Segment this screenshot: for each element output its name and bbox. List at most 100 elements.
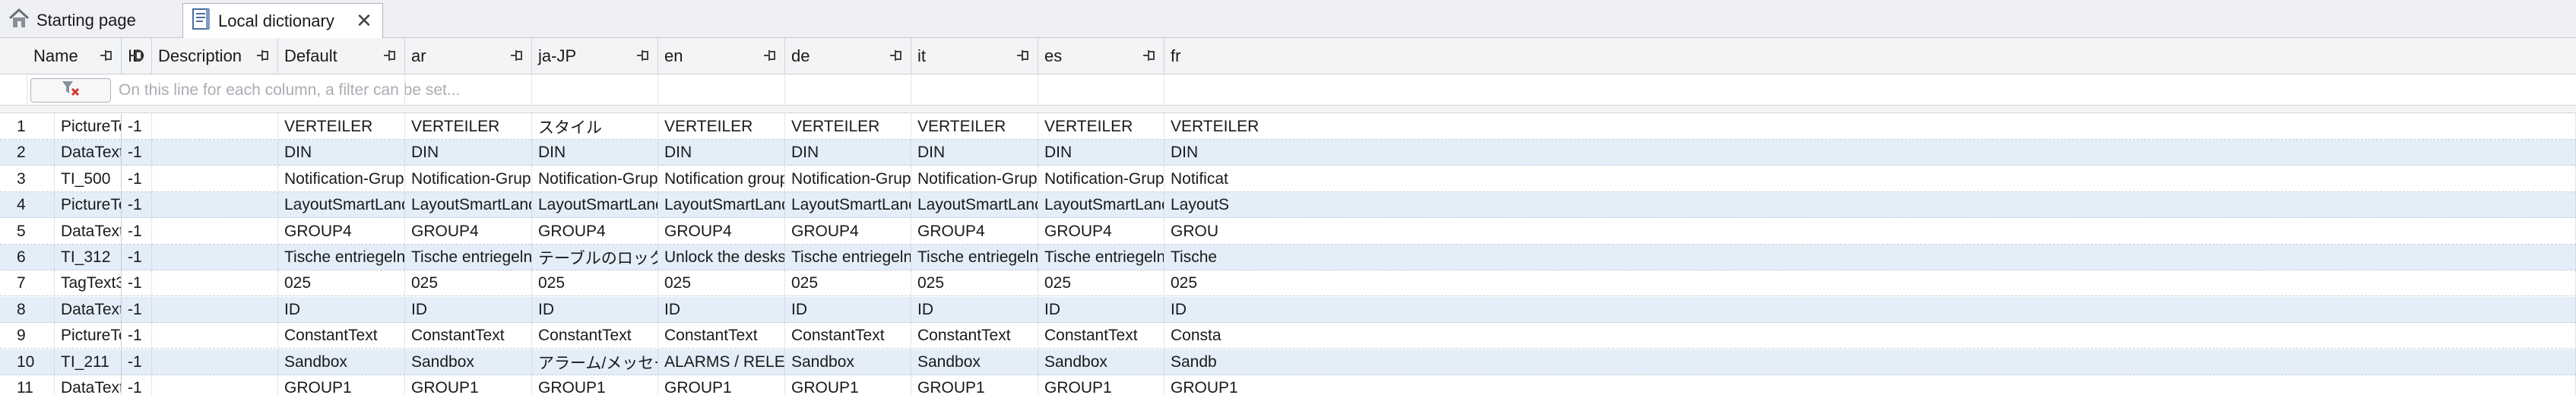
filter-cell-es[interactable] — [1038, 75, 1164, 106]
cell-ja-jp[interactable]: GROUP1 — [532, 375, 658, 395]
cell-fr[interactable]: Consta — [1164, 323, 2576, 349]
cell-fr[interactable]: 025 — [1164, 270, 2576, 297]
cell-es[interactable]: GROUP1 — [1038, 375, 1164, 395]
clear-filter-button[interactable] — [30, 78, 111, 103]
cell-description[interactable] — [152, 218, 278, 245]
table-row[interactable]: 9PictureText702-1ConstantTextConstantTex… — [0, 323, 2576, 349]
cell-name[interactable]: TI_312 — [55, 245, 122, 270]
column-header-it[interactable]: it — [911, 38, 1038, 74]
cell-fr[interactable]: Sandb — [1164, 349, 2576, 375]
cell-ja-jp[interactable]: ConstantText — [532, 323, 658, 349]
pin-icon[interactable] — [128, 47, 145, 64]
column-header-id[interactable]: ID — [122, 38, 152, 74]
cell-ar[interactable]: LayoutSmartLand — [405, 192, 532, 219]
column-header-default[interactable]: Default — [278, 38, 405, 74]
cell-ja-jp[interactable]: スタイル — [532, 114, 658, 140]
cell-ar[interactable]: ID — [405, 296, 532, 323]
close-icon[interactable]: ✕ — [353, 9, 375, 32]
cell-fr[interactable]: GROUP1 — [1164, 375, 2576, 395]
cell-default[interactable]: GROUP4 — [278, 218, 405, 245]
cell-de[interactable]: VERTEILER — [785, 114, 911, 140]
cell-it[interactable]: GROUP1 — [911, 375, 1038, 395]
cell-ar[interactable]: VERTEILER — [405, 114, 532, 140]
cell-description[interactable] — [152, 192, 278, 219]
column-header-fr[interactable]: fr — [1164, 38, 2576, 74]
cell-it[interactable]: Sandbox — [911, 349, 1038, 375]
cell-id[interactable]: -1 — [122, 375, 152, 395]
cell-fr[interactable]: Tische — [1164, 245, 2576, 270]
cell-description[interactable] — [152, 296, 278, 323]
cell-de[interactable]: GROUP1 — [785, 375, 911, 395]
cell-ar[interactable]: GROUP1 — [405, 375, 532, 395]
filter-cell-ar[interactable] — [405, 75, 532, 106]
cell-name[interactable]: PictureText1115 — [55, 114, 122, 140]
cell-en[interactable]: Unlock the desks — [658, 245, 785, 270]
cell-ja-jp[interactable]: DIN — [532, 140, 658, 166]
filter-cell-it[interactable] — [911, 75, 1038, 106]
pin-icon[interactable] — [98, 47, 115, 64]
cell-de[interactable]: Notification-Gruppe {0} hinzugefü... — [785, 166, 911, 192]
cell-es[interactable]: ID — [1038, 296, 1164, 323]
cell-es[interactable]: Notification-Gruppe {0} hinzugefü... — [1038, 166, 1164, 192]
column-header-ar[interactable]: ar — [405, 38, 532, 74]
filter-cell-de[interactable] — [785, 75, 911, 106]
filter-cell-default[interactable] — [278, 75, 405, 106]
cell-fr[interactable]: ID — [1164, 296, 2576, 323]
cell-ja-jp[interactable]: テーブルのロックを解除 — [532, 245, 658, 270]
cell-de[interactable]: LayoutSmartLand — [785, 192, 911, 219]
cell-de[interactable]: GROUP4 — [785, 218, 911, 245]
cell-it[interactable]: ID — [911, 296, 1038, 323]
cell-de[interactable]: ConstantText — [785, 323, 911, 349]
table-row[interactable]: 11DataText8-1GROUP1GROUP1GROUP1GROUP1GRO… — [0, 375, 2576, 395]
cell-en[interactable]: ID — [658, 296, 785, 323]
cell-ja-jp[interactable]: GROUP4 — [532, 218, 658, 245]
cell-name[interactable]: PictureText702 — [55, 323, 122, 349]
table-row[interactable]: 2DataText309-1DINDINDINDINDINDINDINDIN — [0, 140, 2576, 166]
cell-es[interactable]: Sandbox — [1038, 349, 1164, 375]
pin-icon[interactable] — [635, 47, 651, 64]
cell-ar[interactable]: Tische entriegeln — [405, 245, 532, 270]
table-row[interactable]: 1PictureText1115-1VERTEILERVERTEILERスタイル… — [0, 114, 2576, 140]
cell-it[interactable]: Notification-Gruppe {0} hinzugefü... — [911, 166, 1038, 192]
cell-de[interactable]: DIN — [785, 140, 911, 166]
cell-ar[interactable]: DIN — [405, 140, 532, 166]
cell-es[interactable]: Tische entriegeln — [1038, 245, 1164, 270]
cell-fr[interactable]: Notificat — [1164, 166, 2576, 192]
tab-local-dictionary[interactable]: Local dictionary ✕ — [182, 3, 383, 39]
cell-id[interactable]: -1 — [122, 192, 152, 219]
pin-icon[interactable] — [255, 47, 271, 64]
cell-it[interactable]: LayoutSmartLand — [911, 192, 1038, 219]
cell-it[interactable]: ConstantText — [911, 323, 1038, 349]
cell-en[interactable]: LayoutSmartLand — [658, 192, 785, 219]
cell-en[interactable]: GROUP1 — [658, 375, 785, 395]
cell-id[interactable]: -1 — [122, 323, 152, 349]
cell-it[interactable]: Tische entriegeln — [911, 245, 1038, 270]
cell-es[interactable]: ConstantText — [1038, 323, 1164, 349]
column-header-en[interactable]: en — [658, 38, 785, 74]
cell-default[interactable]: LayoutSmartLand — [278, 192, 405, 219]
table-row[interactable]: 10TI_211-1SandboxSandboxアラーム/メッセージALARMS… — [0, 349, 2576, 375]
cell-es[interactable]: DIN — [1038, 140, 1164, 166]
cell-description[interactable] — [152, 270, 278, 297]
cell-de[interactable]: Sandbox — [785, 349, 911, 375]
cell-ar[interactable]: ConstantText — [405, 323, 532, 349]
column-header-description[interactable]: Description — [152, 38, 278, 74]
cell-id[interactable]: -1 — [122, 218, 152, 245]
cell-es[interactable]: GROUP4 — [1038, 218, 1164, 245]
cell-ja-jp[interactable]: LayoutSmartLand — [532, 192, 658, 219]
cell-en[interactable]: VERTEILER — [658, 114, 785, 140]
cell-id[interactable]: -1 — [122, 140, 152, 166]
cell-fr[interactable]: GROU — [1164, 218, 2576, 245]
cell-es[interactable]: VERTEILER — [1038, 114, 1164, 140]
cell-id[interactable]: -1 — [122, 296, 152, 323]
cell-description[interactable] — [152, 349, 278, 375]
column-header-es[interactable]: es — [1038, 38, 1164, 74]
cell-name[interactable]: TI_500 — [55, 166, 122, 192]
table-row[interactable]: 6 TI_312 -1 Tische entriegeln Tische entrieg… — [0, 245, 2576, 270]
cell-ja-jp[interactable]: 025 — [532, 270, 658, 297]
cell-ja-jp[interactable]: ID — [532, 296, 658, 323]
cell-id[interactable]: -1 — [122, 349, 152, 375]
cell-it[interactable]: DIN — [911, 140, 1038, 166]
cell-description[interactable] — [152, 323, 278, 349]
cell-fr[interactable]: LayoutS — [1164, 192, 2576, 219]
